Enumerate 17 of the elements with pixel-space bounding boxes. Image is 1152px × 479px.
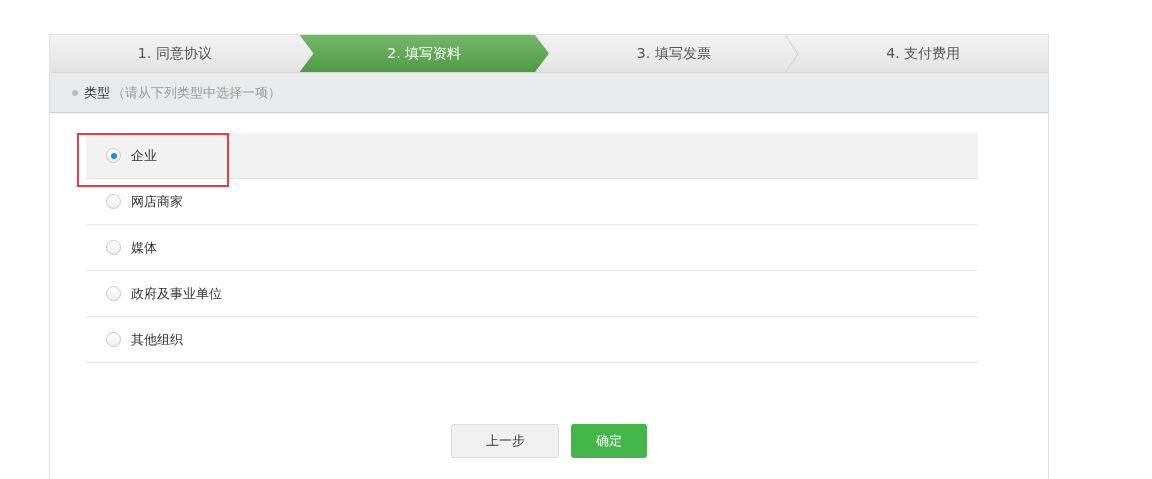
option-label: 网店商家 [131, 192, 183, 211]
radio-button[interactable] [106, 194, 121, 209]
radio-button[interactable] [106, 332, 121, 347]
back-button[interactable]: 上一步 [451, 424, 559, 458]
option-label: 政府及事业单位 [131, 284, 222, 303]
radio-button[interactable] [106, 148, 121, 163]
bullet-icon [72, 89, 78, 96]
section-title: 类型 [84, 83, 110, 102]
radio-button[interactable] [106, 240, 121, 255]
option-label: 企业 [131, 146, 157, 165]
step-tab[interactable]: 4. 支付费用 [798, 35, 1048, 72]
option-label: 媒体 [131, 238, 157, 257]
radio-button[interactable] [106, 286, 121, 301]
step-tab[interactable]: 1. 同意协议 [50, 35, 300, 72]
type-option[interactable]: 企业 [86, 133, 978, 179]
step-tab[interactable]: 3. 填写发票 [549, 35, 799, 72]
option-label: 其他组织 [131, 330, 183, 349]
